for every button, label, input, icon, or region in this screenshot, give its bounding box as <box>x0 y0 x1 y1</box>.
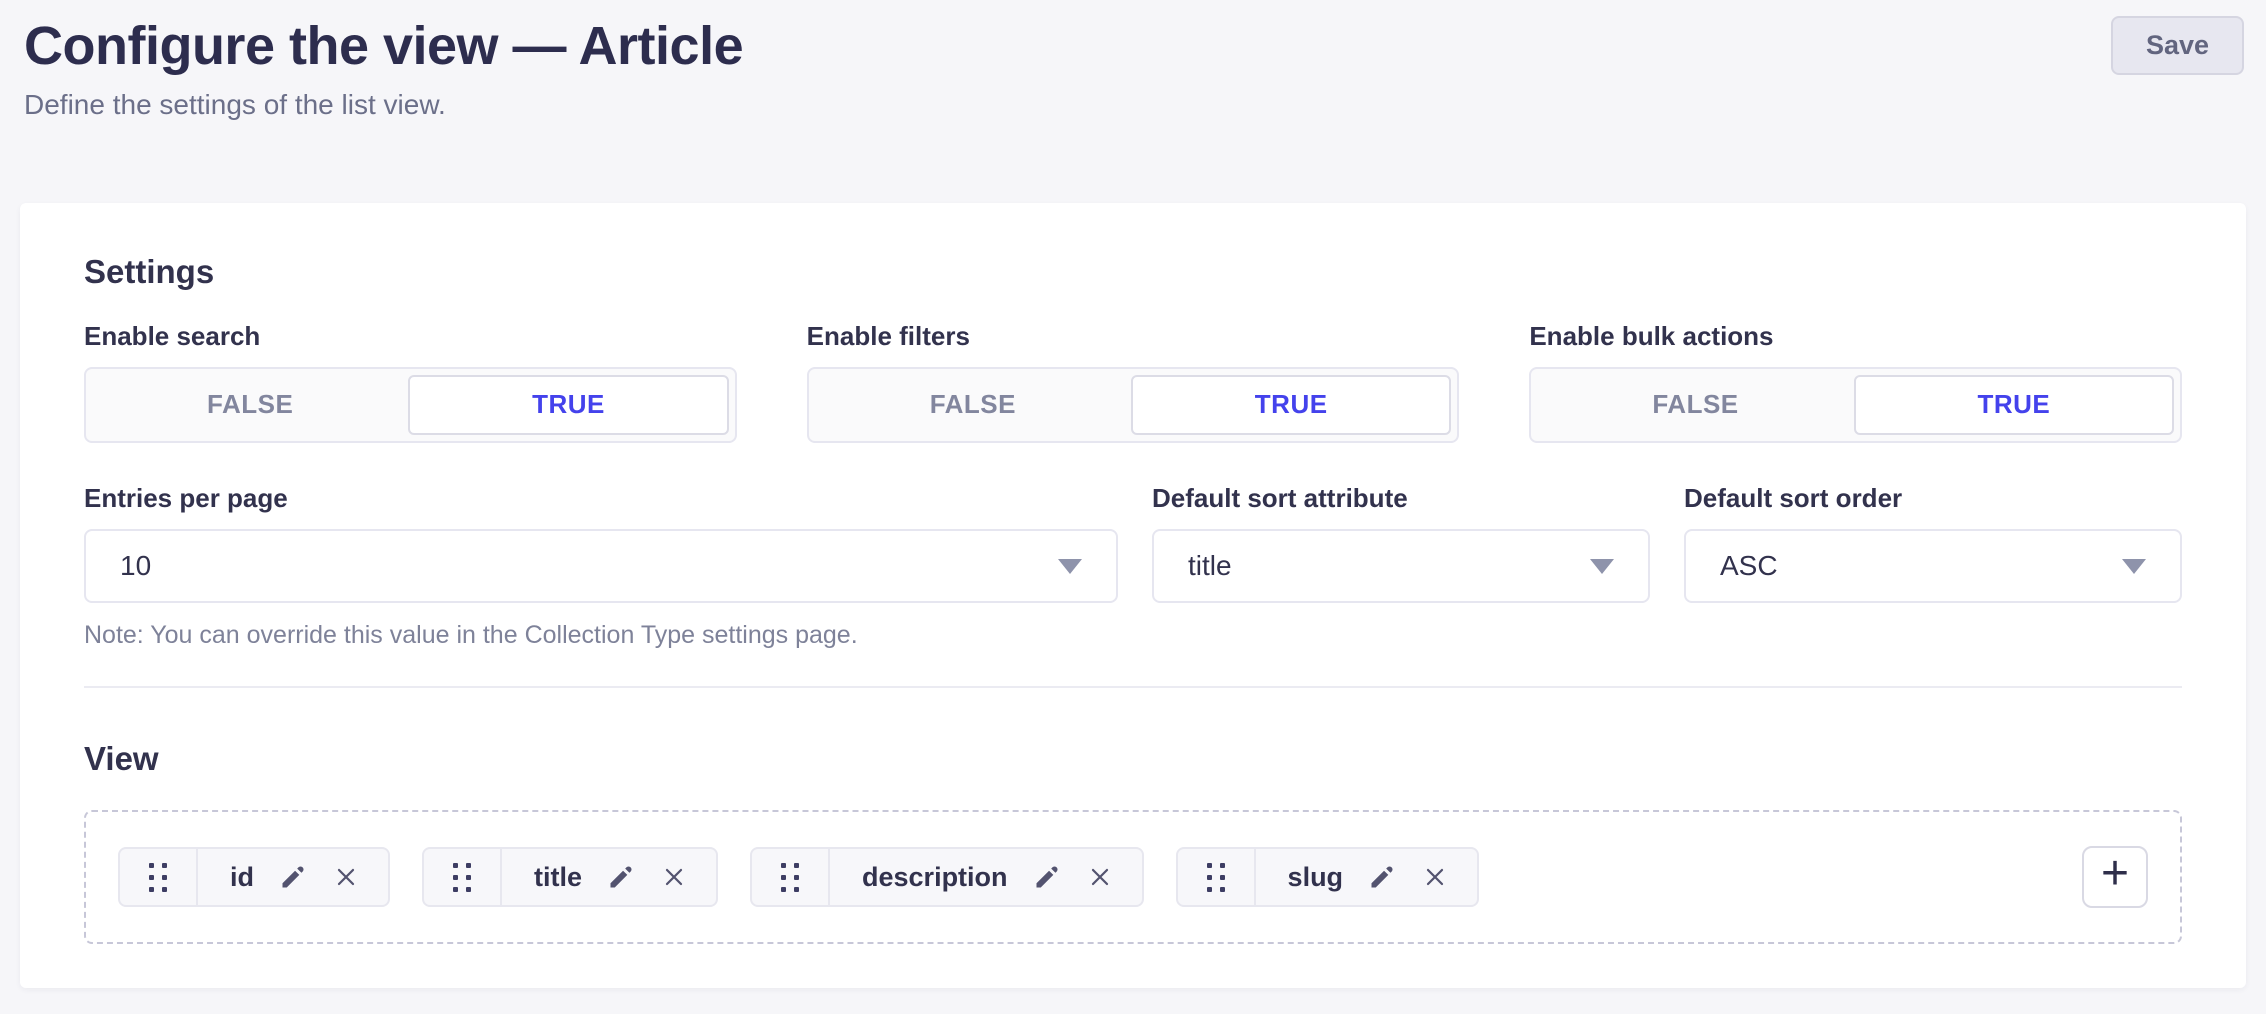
pencil-icon <box>278 862 308 892</box>
chip-body: id <box>198 849 388 905</box>
enable-filters-label: Enable filters <box>807 321 1460 352</box>
drag-handle[interactable] <box>120 849 198 905</box>
enable-bulk-actions-toggle[interactable]: FALSE TRUE <box>1529 367 2182 443</box>
remove-field-button[interactable] <box>1421 863 1449 891</box>
enable-search-field: Enable search FALSE TRUE <box>84 321 737 443</box>
save-button[interactable]: Save <box>2111 16 2244 75</box>
remove-field-button[interactable] <box>660 863 688 891</box>
field-chip-title[interactable]: title <box>422 847 718 907</box>
default-sort-order-field: Default sort order ASC <box>1684 483 2182 650</box>
edit-field-button[interactable] <box>278 862 308 892</box>
page-header: Configure the view — Article Define the … <box>0 0 2266 121</box>
chevron-down-icon <box>2122 559 2146 574</box>
drag-handle[interactable] <box>424 849 502 905</box>
field-chip-label: description <box>862 862 1008 893</box>
grip-dots-icon <box>453 863 471 892</box>
default-sort-attribute-value: title <box>1188 550 1232 582</box>
entries-per-page-field: Entries per page 10 Note: You can overri… <box>84 483 1118 650</box>
field-chip-label: id <box>230 862 254 893</box>
field-chip-description[interactable]: description <box>750 847 1144 907</box>
enable-filters-true-option[interactable]: TRUE <box>1131 375 1451 435</box>
default-sort-order-label: Default sort order <box>1684 483 2182 514</box>
grip-dots-icon <box>781 863 799 892</box>
field-chip-label: slug <box>1288 862 1344 893</box>
entries-per-page-value: 10 <box>120 550 151 582</box>
enable-search-toggle[interactable]: FALSE TRUE <box>84 367 737 443</box>
drag-handle[interactable] <box>1178 849 1256 905</box>
enable-filters-false-option[interactable]: FALSE <box>815 375 1131 435</box>
close-icon <box>1421 863 1449 891</box>
enable-bulk-actions-false-option[interactable]: FALSE <box>1537 375 1853 435</box>
remove-field-button[interactable] <box>332 863 360 891</box>
field-chip-slug[interactable]: slug <box>1176 847 1480 907</box>
enable-search-true-option[interactable]: TRUE <box>408 375 728 435</box>
entries-per-page-note: Note: You can override this value in the… <box>84 621 1118 650</box>
section-divider <box>84 686 2182 688</box>
enable-bulk-actions-field: Enable bulk actions FALSE TRUE <box>1529 321 2182 443</box>
enable-filters-toggle[interactable]: FALSE TRUE <box>807 367 1460 443</box>
default-sort-attribute-select[interactable]: title <box>1152 529 1650 603</box>
default-sort-order-select[interactable]: ASC <box>1684 529 2182 603</box>
enable-search-label: Enable search <box>84 321 737 352</box>
field-chip-label: title <box>534 862 582 893</box>
settings-section-heading: Settings <box>84 253 2182 291</box>
chevron-down-icon <box>1590 559 1614 574</box>
edit-field-button[interactable] <box>1367 862 1397 892</box>
remove-field-button[interactable] <box>1086 863 1114 891</box>
page-subtitle: Define the settings of the list view. <box>24 89 743 121</box>
chip-body: description <box>830 849 1142 905</box>
edit-field-button[interactable] <box>606 862 636 892</box>
default-sort-attribute-label: Default sort attribute <box>1152 483 1650 514</box>
pencil-icon <box>606 862 636 892</box>
pencil-icon <box>1367 862 1397 892</box>
page-title-block: Configure the view — Article Define the … <box>24 14 743 121</box>
plus-icon: + <box>2101 850 2129 898</box>
close-icon <box>660 863 688 891</box>
chevron-down-icon <box>1058 559 1082 574</box>
grip-dots-icon <box>149 863 167 892</box>
default-sort-attribute-field: Default sort attribute title <box>1152 483 1650 650</box>
default-sort-order-value: ASC <box>1720 550 1778 582</box>
pencil-icon <box>1032 862 1062 892</box>
chip-body: title <box>502 849 716 905</box>
field-chip-id[interactable]: id <box>118 847 390 907</box>
enable-bulk-actions-true-option[interactable]: TRUE <box>1854 375 2174 435</box>
view-fields-dropzone: id title <box>84 810 2182 944</box>
close-icon <box>1086 863 1114 891</box>
drag-handle[interactable] <box>752 849 830 905</box>
edit-field-button[interactable] <box>1032 862 1062 892</box>
view-section-heading: View <box>84 740 2182 778</box>
selects-row: Entries per page 10 Note: You can overri… <box>84 483 2182 650</box>
close-icon <box>332 863 360 891</box>
entries-per-page-label: Entries per page <box>84 483 1118 514</box>
enable-bulk-actions-label: Enable bulk actions <box>1529 321 2182 352</box>
add-field-button[interactable]: + <box>2082 846 2148 908</box>
chip-body: slug <box>1256 849 1478 905</box>
entries-per-page-select[interactable]: 10 <box>84 529 1118 603</box>
enable-filters-field: Enable filters FALSE TRUE <box>807 321 1460 443</box>
settings-card: Settings Enable search FALSE TRUE Enable… <box>20 203 2246 988</box>
grip-dots-icon <box>1207 863 1225 892</box>
toggles-row: Enable search FALSE TRUE Enable filters … <box>84 321 2182 443</box>
enable-search-false-option[interactable]: FALSE <box>92 375 408 435</box>
page-title: Configure the view — Article <box>24 14 743 79</box>
